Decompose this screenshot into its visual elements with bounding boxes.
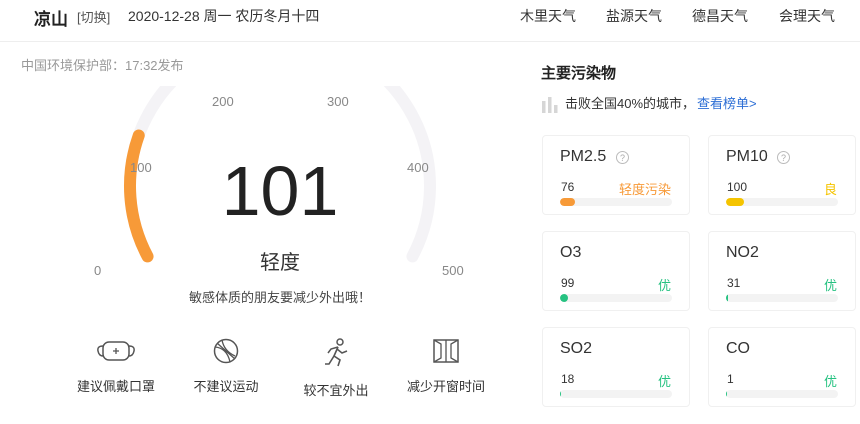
pollutant-level: 优 [657, 374, 671, 389]
help-icon[interactable]: ? [616, 151, 629, 164]
advice-label: 建议佩戴口罩 [76, 379, 155, 394]
pollutant-card-co[interactable]: CO 1 优 [708, 327, 856, 407]
nearby-city-link[interactable]: 会理天气 [779, 6, 835, 26]
pollutant-bar-fill [726, 294, 729, 302]
window-icon [433, 339, 459, 363]
gauge-tick-label: 300 [327, 94, 349, 109]
pollutant-card-pm25[interactable]: PM2.5 ? 76 轻度污染 [542, 135, 690, 215]
advice-window: 减少开窗时间 [396, 338, 496, 395]
rank-row: 击败全国40%的城市， 查看榜单> [541, 93, 757, 113]
mask-icon [97, 341, 135, 361]
pollutant-name: PM2.5 [560, 148, 607, 165]
advice-mask: 建议佩戴口罩 [66, 338, 166, 395]
pollutant-level: 优 [657, 278, 671, 293]
pollutant-value: 99 [561, 276, 575, 290]
advice-exercise: 不建议运动 [176, 338, 276, 395]
pollutant-value: 76 [561, 180, 575, 194]
pollutant-bar-track [726, 390, 838, 398]
view-ranking-link[interactable]: 查看榜单> [697, 96, 757, 111]
pollutant-bar-track [726, 294, 838, 302]
pollutant-bar-fill [726, 390, 728, 398]
publish-time: 中国环境保护部：17:32发布 [21, 58, 184, 73]
gauge-tick-label: 200 [212, 94, 234, 109]
pollutant-name: NO2 [726, 244, 759, 261]
pollutant-card-so2[interactable]: SO2 18 优 [542, 327, 690, 407]
rank-text: 击败全国40%的城市， [565, 96, 696, 111]
pollutant-bar-fill [560, 294, 568, 302]
advice-label: 减少开窗时间 [406, 379, 485, 394]
gauge-tick-label: 500 [442, 263, 464, 278]
pollutant-value: 1 [727, 372, 734, 386]
pollutant-value: 18 [561, 372, 575, 386]
gauge-tick-label: 400 [407, 160, 429, 175]
pollutant-bar-fill [560, 390, 562, 398]
pollutant-value: 100 [727, 180, 748, 194]
nearby-city-link[interactable]: 德昌天气 [692, 6, 748, 26]
nearby-city-link[interactable]: 盐源天气 [606, 6, 662, 26]
gauge-tick-label: 0 [94, 263, 102, 278]
aqi-advice: 敏感体质的朋友要减少外出哦！ [188, 290, 371, 305]
advice-label: 较不宜外出 [303, 383, 369, 398]
help-icon[interactable]: ? [777, 151, 790, 164]
bar-chart-icon [542, 96, 558, 113]
pollutant-level: 优 [823, 374, 837, 389]
aqi-level: 轻度 [260, 252, 300, 274]
running-icon [325, 338, 348, 367]
pollutant-bar-fill [560, 198, 575, 206]
pollutant-level: 优 [823, 278, 837, 293]
pollutant-card-pm10[interactable]: PM10 ? 100 良 [708, 135, 856, 215]
pollutant-name: SO2 [560, 340, 593, 357]
pollutant-value: 31 [727, 276, 741, 290]
gauge-fill [124, 129, 154, 263]
pollutant-card-o3[interactable]: O3 99 优 [542, 231, 690, 311]
pollutant-bar-fill [726, 198, 744, 206]
switch-city-link[interactable]: [切换] [77, 7, 110, 26]
advice-label: 不建议运动 [193, 379, 259, 394]
pollutant-level: 良 [823, 182, 837, 197]
pollutant-name: O3 [560, 244, 582, 261]
pollutant-level: 轻度污染 [618, 182, 671, 197]
ball-icon [213, 338, 239, 364]
pollutant-bar-track [560, 294, 672, 302]
city-name: 凉山 [34, 10, 68, 29]
gauge-tick-label: 100 [130, 160, 152, 175]
pollutant-name: PM10 [726, 148, 768, 165]
advice-outdoor: 较不宜外出 [286, 338, 386, 399]
top-bar: 凉山 [切换] 2020-12-28 周一 农历冬月十四 木里天气 盐源天气 德… [0, 0, 860, 42]
date-line: 2020-12-28 周一 农历冬月十四 [128, 8, 320, 24]
nearby-city-link[interactable]: 木里天气 [520, 6, 576, 26]
pollutants-title: 主要污染物 [541, 65, 617, 82]
pollutant-bar-track [726, 198, 838, 206]
pollutant-bar-track [560, 198, 672, 206]
pollutant-card-no2[interactable]: NO2 31 优 [708, 231, 856, 311]
aqi-value: 101 [221, 152, 339, 230]
pollutant-name: CO [726, 340, 750, 357]
pollutant-bar-track [560, 390, 672, 398]
